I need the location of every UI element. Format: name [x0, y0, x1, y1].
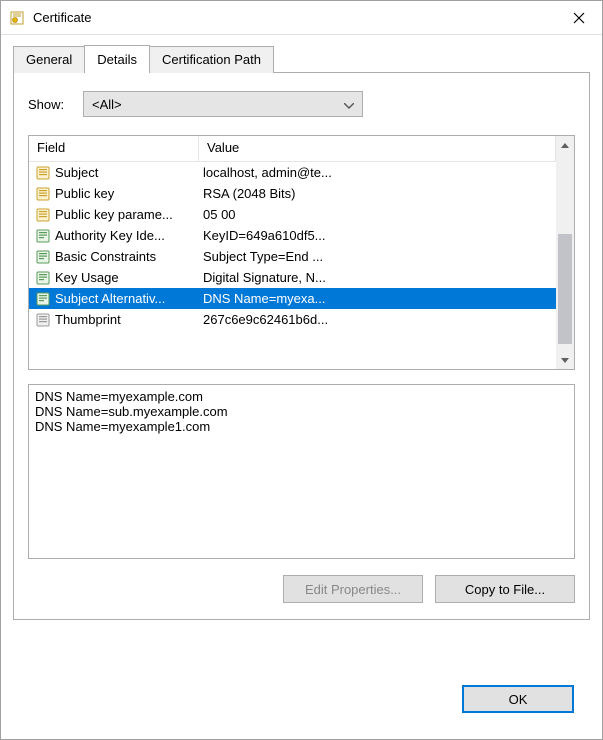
close-icon [573, 12, 585, 24]
show-filter-value: <All> [92, 97, 122, 112]
list-row[interactable]: Thumbprint267c6e9c62461b6d... [29, 309, 556, 330]
tab-details[interactable]: Details [84, 45, 150, 73]
row-value: 05 00 [203, 207, 550, 222]
properties-list: Field Value Subjectlocalhost, admin@te..… [28, 135, 575, 370]
titlebar: Certificate [1, 1, 602, 35]
list-row[interactable]: Basic ConstraintsSubject Type=End ... [29, 246, 556, 267]
edit-properties-button: Edit Properties... [283, 575, 423, 603]
row-value: Subject Type=End ... [203, 249, 550, 264]
dialog-body: General Details Certification Path Show:… [1, 35, 602, 739]
prop-icon [35, 186, 51, 202]
copy-to-file-button[interactable]: Copy to File... [435, 575, 575, 603]
list-row[interactable]: Public keyRSA (2048 Bits) [29, 183, 556, 204]
window-title: Certificate [33, 10, 556, 25]
row-field: Thumbprint [55, 312, 203, 327]
show-row: Show: <All> [28, 91, 575, 117]
row-field: Basic Constraints [55, 249, 203, 264]
column-header-value[interactable]: Value [199, 136, 556, 161]
row-value: 267c6e9c62461b6d... [203, 312, 550, 327]
vertical-scrollbar[interactable] [556, 136, 574, 369]
row-value: KeyID=649a610df5... [203, 228, 550, 243]
list-row[interactable]: Key UsageDigital Signature, N... [29, 267, 556, 288]
ext-icon [35, 249, 51, 265]
property-detail-text[interactable]: DNS Name=myexample.com DNS Name=sub.myex… [28, 384, 575, 559]
dialog-footer: OK [13, 673, 590, 727]
show-filter-select[interactable]: <All> [83, 91, 363, 117]
ext-icon [35, 228, 51, 244]
prop-icon [35, 207, 51, 223]
prop-icon [35, 165, 51, 181]
close-button[interactable] [556, 1, 602, 34]
details-tab-panel: Show: <All> Field Value Subjectlocalhost… [13, 72, 590, 620]
tab-general[interactable]: General [13, 46, 85, 73]
row-field: Public key parame... [55, 207, 203, 222]
thumb-icon [35, 312, 51, 328]
scroll-thumb[interactable] [558, 234, 572, 344]
chevron-down-icon [344, 97, 354, 112]
row-value: localhost, admin@te... [203, 165, 550, 180]
list-headers: Field Value [29, 136, 556, 162]
scroll-up-icon[interactable] [556, 136, 574, 154]
list-row[interactable]: Subjectlocalhost, admin@te... [29, 162, 556, 183]
list-row[interactable]: Subject Alternativ...DNS Name=myexa... [29, 288, 556, 309]
ok-button[interactable]: OK [462, 685, 574, 713]
row-value: DNS Name=myexa... [203, 291, 550, 306]
list-row[interactable]: Public key parame...05 00 [29, 204, 556, 225]
ext-icon [35, 291, 51, 307]
row-field: Subject Alternativ... [55, 291, 203, 306]
row-field: Authority Key Ide... [55, 228, 203, 243]
row-field: Public key [55, 186, 203, 201]
scroll-track[interactable] [556, 154, 574, 351]
certificate-icon [9, 10, 25, 26]
column-header-field[interactable]: Field [29, 136, 199, 161]
tabstrip: General Details Certification Path [13, 45, 590, 73]
certificate-dialog: Certificate General Details Certificatio… [0, 0, 603, 740]
panel-buttons: Edit Properties... Copy to File... [28, 575, 575, 603]
row-field: Subject [55, 165, 203, 180]
row-field: Key Usage [55, 270, 203, 285]
show-label: Show: [28, 97, 83, 112]
scroll-down-icon[interactable] [556, 351, 574, 369]
row-value: Digital Signature, N... [203, 270, 550, 285]
list-row[interactable]: Authority Key Ide...KeyID=649a610df5... [29, 225, 556, 246]
ext-icon [35, 270, 51, 286]
row-value: RSA (2048 Bits) [203, 186, 550, 201]
tab-certification-path[interactable]: Certification Path [149, 46, 274, 73]
